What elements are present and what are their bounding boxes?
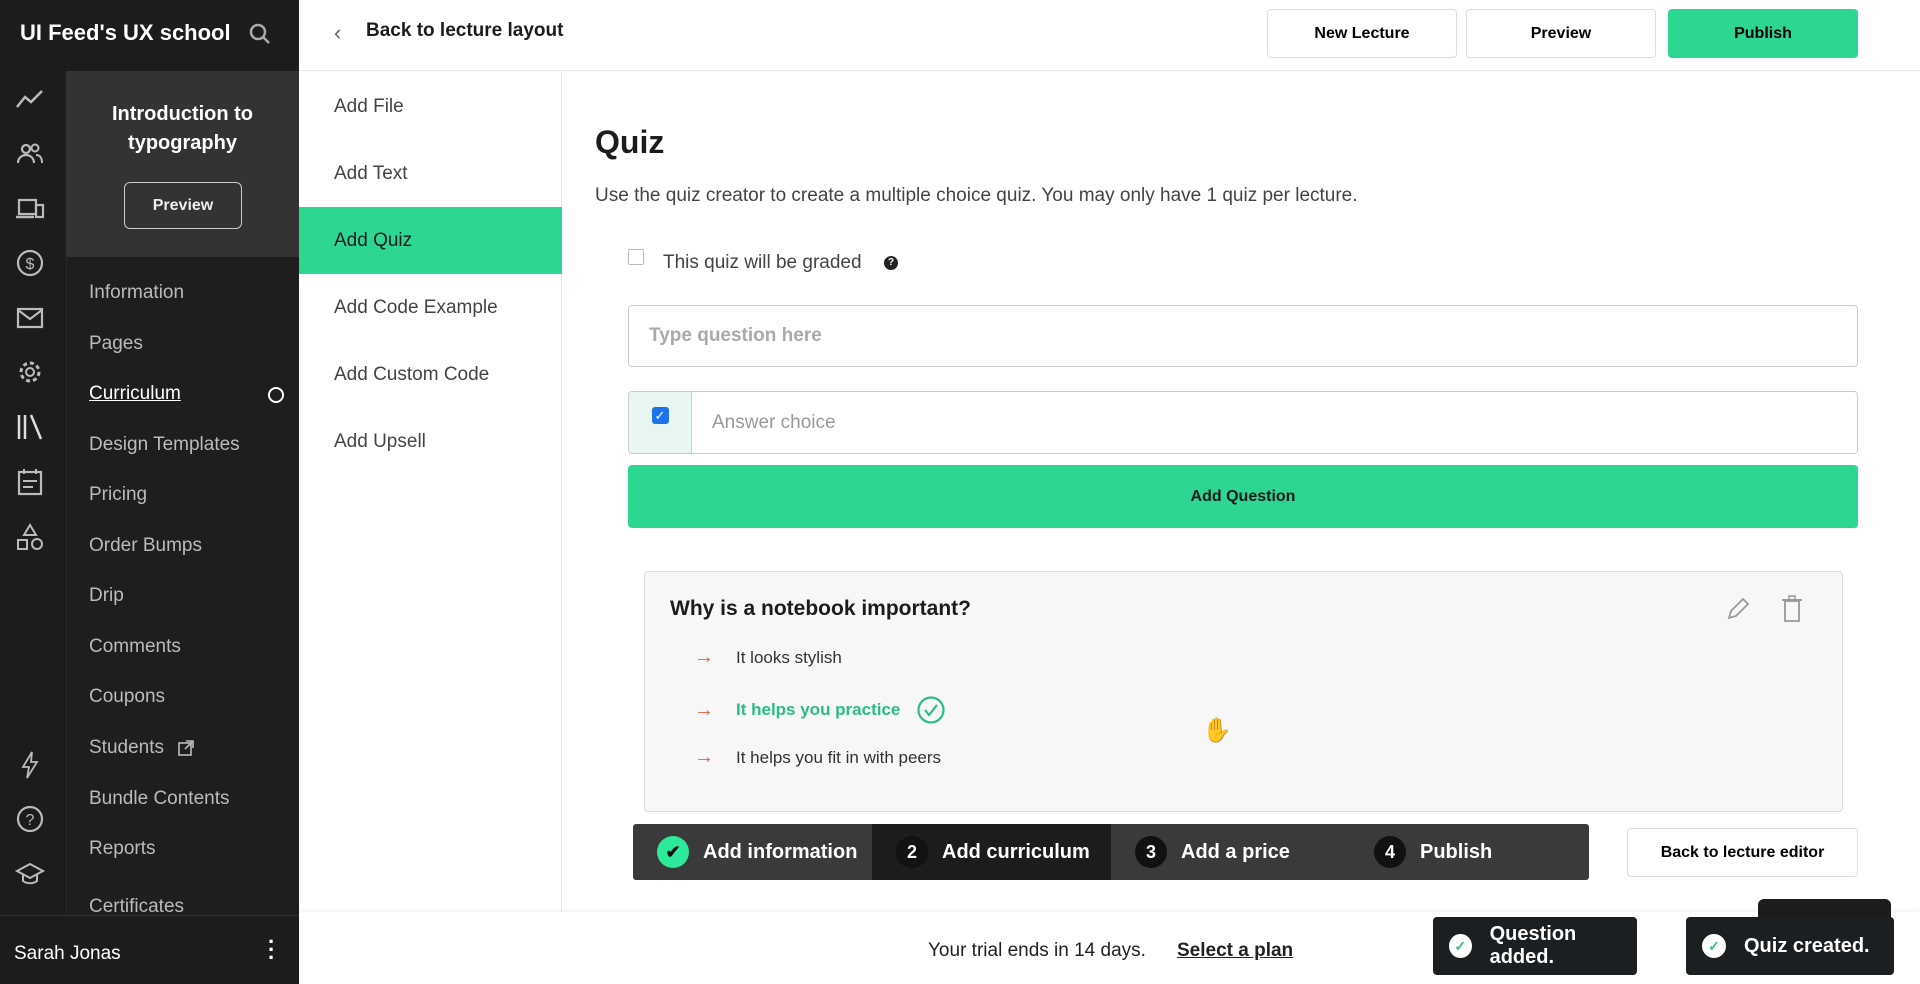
add-question-button[interactable]: Add Question (628, 465, 1858, 528)
question-text: Why is a notebook important? (670, 597, 972, 620)
step-add-curriculum[interactable]: 2 Add curriculum (872, 824, 1111, 880)
select-plan-link[interactable]: Select a plan (1177, 940, 1293, 962)
external-link-icon (178, 740, 194, 756)
search-icon[interactable] (248, 22, 272, 46)
question-mark-icon[interactable]: ? (884, 256, 898, 270)
course-title: Introduction to typography (111, 103, 254, 154)
answer-choice-input[interactable] (692, 392, 1857, 453)
page-title: Quiz (595, 124, 665, 160)
analytics-icon[interactable] (14, 83, 46, 115)
graded-checkbox[interactable] (628, 249, 644, 265)
step-number: 4 (1374, 836, 1406, 868)
check-icon: ✓ (1702, 934, 1726, 958)
hand-cursor-icon: ✋ (1202, 717, 1232, 744)
icon-rail: $ ? (0, 71, 66, 915)
arrow-right-icon: → (694, 698, 714, 721)
answer-text: It looks stylish (736, 647, 842, 667)
publish-button[interactable]: Publish (1668, 9, 1858, 58)
step-number: 2 (896, 836, 928, 868)
quiz-description: Use the quiz creator to create a multipl… (595, 185, 1358, 206)
step-label: Add a price (1181, 840, 1290, 863)
sidebar-item-pricing[interactable]: Pricing (89, 484, 147, 506)
answer-correct-checkbox[interactable]: ✓ (651, 407, 669, 424)
menu-item-add-upsell[interactable]: Add Upsell (299, 408, 562, 475)
answer-choice-row: ✓ (628, 391, 1858, 454)
svg-text:?: ? (26, 812, 35, 829)
arrow-right-icon: → (694, 646, 714, 668)
shapes-icon[interactable] (14, 522, 46, 554)
sidebar-item-pages[interactable]: Pages (89, 333, 143, 355)
step-label: Add information (703, 840, 858, 863)
answer-item: → It looks stylish (694, 646, 842, 669)
mail-icon[interactable] (14, 302, 46, 334)
graduation-cap-icon[interactable] (14, 858, 46, 890)
library-icon[interactable] (14, 411, 46, 443)
course-header (66, 71, 299, 257)
answer-item: → It helps you fit in with peers (694, 746, 941, 769)
active-indicator-icon (268, 387, 284, 403)
devices-icon[interactable] (14, 193, 46, 225)
user-name[interactable]: Sarah Jonas (14, 943, 121, 965)
step-label: Add curriculum (942, 840, 1090, 863)
gear-icon[interactable] (14, 356, 46, 388)
check-icon: ✓ (1449, 934, 1472, 958)
preview-button[interactable]: Preview (1466, 9, 1656, 58)
check-circle-icon (917, 696, 945, 724)
answer-correct-cell: ✓ (629, 392, 692, 453)
new-lecture-button[interactable]: New Lecture (1267, 9, 1457, 58)
sidebar-item-students[interactable]: Students (89, 737, 164, 759)
sidebar-item-information[interactable]: Information (89, 282, 184, 304)
check-icon: ✔ (657, 836, 689, 868)
sidebar-item-curriculum[interactable]: Curriculum (89, 383, 181, 405)
sidebar-item-bundle-contents[interactable]: Bundle Contents (89, 788, 230, 810)
svg-text:$: $ (26, 256, 35, 273)
sidebar-item-comments[interactable]: Comments (89, 636, 181, 658)
step-number: 3 (1135, 836, 1167, 868)
toast-quiz-created: ✓ Quiz created. (1686, 917, 1894, 975)
trash-icon[interactable] (1780, 594, 1804, 624)
answer-text: It helps you practice (736, 700, 901, 719)
more-vertical-icon[interactable]: · · · (268, 931, 275, 969)
menu-item-add-quiz[interactable]: Add Quiz (299, 207, 562, 274)
dollar-icon[interactable]: $ (14, 247, 46, 279)
help-icon[interactable]: ? (14, 803, 46, 835)
question-input[interactable] (628, 305, 1858, 367)
trial-text: Your trial ends in 14 days. (928, 940, 1146, 961)
sidebar-item-drip[interactable]: Drip (89, 585, 124, 607)
progress-steps: ✔ Add information 2 Add curriculum 3 Add a … (633, 824, 1589, 880)
toast-text: Question added. (1489, 923, 1577, 968)
toast-question-added: ✓ Question added. (1433, 917, 1637, 975)
step-publish[interactable]: 4 Publish (1350, 824, 1589, 880)
menu-item-add-custom-code[interactable]: Add Custom Code (299, 341, 562, 408)
graded-label: This quiz will be graded (663, 252, 862, 273)
menu-item-add-code-example[interactable]: Add Code Example (299, 274, 562, 341)
menu-item-add-text[interactable]: Add Text (299, 140, 562, 207)
chevron-left-icon[interactable]: ‹ (334, 20, 341, 46)
pencil-icon[interactable] (1724, 595, 1752, 623)
step-add-price[interactable]: 3 Add a price (1111, 824, 1350, 880)
sidebar-item-order-bumps[interactable]: Order Bumps (89, 535, 202, 557)
app-title: UI Feed's UX school (20, 20, 231, 45)
sidebar-item-design-templates[interactable]: Design Templates (89, 434, 240, 456)
users-icon[interactable] (14, 138, 46, 170)
arrow-right-icon: → (694, 746, 714, 768)
answer-text: It helps you fit in with peers (736, 747, 942, 767)
answer-item-correct: → It helps you practice (694, 695, 946, 725)
sidebar-item-reports[interactable]: Reports (89, 838, 156, 860)
calendar-icon[interactable] (14, 466, 46, 498)
course-preview-button[interactable]: Preview (124, 182, 242, 229)
back-to-lecture-editor-button[interactable]: Back to lecture editor (1627, 828, 1858, 877)
step-label: Publish (1420, 840, 1493, 863)
menu-item-add-file[interactable]: Add File (299, 73, 562, 140)
back-to-lecture-layout-link[interactable]: Back to lecture layout (366, 20, 563, 42)
lightning-icon[interactable] (14, 749, 46, 781)
toast-text: Quiz created. (1744, 934, 1870, 957)
step-add-information[interactable]: ✔ Add information (633, 824, 872, 880)
sidebar-item-coupons[interactable]: Coupons (89, 686, 165, 708)
